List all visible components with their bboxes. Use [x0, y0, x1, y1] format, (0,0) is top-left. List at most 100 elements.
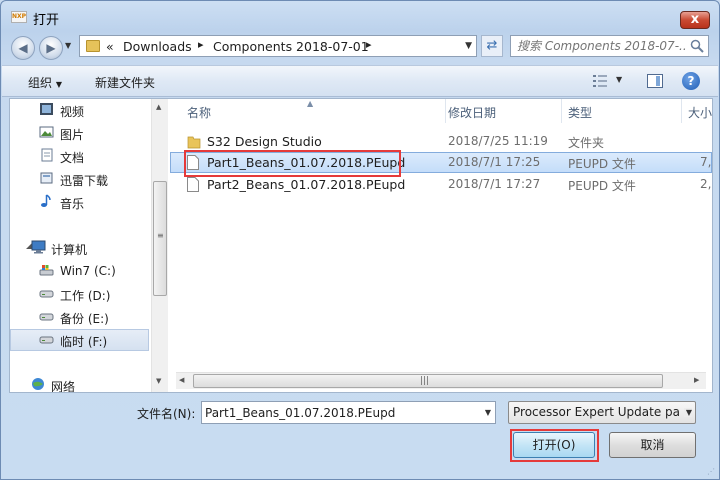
grip-icon: ≡ [157, 231, 164, 240]
app-icon: NXP [11, 11, 27, 23]
view-options-icon[interactable] [592, 74, 608, 88]
file-list[interactable]: ▲ 名称 修改日期 类型 大小 S32 Design Studio 2018/7… [170, 99, 712, 392]
system-drive-icon [39, 265, 54, 276]
breadcrumb-separator-icon[interactable]: ▸ [198, 38, 204, 51]
file-type: 文件夹 [568, 136, 605, 150]
new-folder-button[interactable]: 新建文件夹 [95, 74, 155, 91]
video-icon [40, 103, 53, 115]
pictures-icon [39, 126, 54, 138]
scrollbar-thumb[interactable]: ≡ [153, 181, 167, 296]
thunder-download-icon [40, 172, 53, 184]
drive-icon [39, 336, 54, 344]
navigation-pane[interactable]: 视频 图片 文档 迅雷下载 音乐 ◢ 计算机 Win7 (C:) 工作 (D:)… [10, 99, 149, 392]
file-type: PEUPD 文件 [568, 157, 636, 171]
file-row[interactable]: Part2_Beans_01.07.2018.PEupd 2018/7/1 17… [170, 174, 712, 195]
breadcrumb-overflow[interactable]: « [106, 39, 114, 54]
navigation-scrollbar[interactable]: ▲ ≡ ▼ [151, 99, 168, 392]
back-button[interactable]: ◀ [11, 36, 35, 60]
nav-item-label: 音乐 [60, 197, 85, 211]
file-date: 2018/7/25 11:19 [448, 134, 548, 148]
nav-item-label: 备份 (E:) [60, 312, 109, 326]
horizontal-scrollbar[interactable]: ◀ ||| ▶ [176, 372, 706, 389]
toolbar: 组织 ▼ 新建文件夹 ▼ ? [2, 65, 718, 97]
cancel-button[interactable]: 取消 [609, 432, 696, 458]
filter-dropdown-icon[interactable]: ▼ [683, 408, 692, 417]
forward-arrow-icon: ▶ [46, 41, 56, 55]
file-size: 7, [700, 155, 712, 169]
grip-icon: ||| [420, 376, 430, 386]
address-dropdown-icon[interactable]: ▼ [465, 41, 472, 51]
file-icon [187, 177, 199, 192]
filename-dropdown-icon[interactable]: ▼ [485, 408, 491, 417]
nav-item-documents[interactable]: 文档 [10, 145, 149, 167]
nav-item-videos[interactable]: 视频 [10, 99, 149, 121]
address-bar[interactable]: « Downloads ▸ Components 2018-07-01 ▸ ▼ [79, 35, 477, 57]
scrollbar-thumb[interactable]: ||| [193, 374, 663, 388]
computer-icon [31, 240, 46, 254]
folder-icon [187, 136, 201, 149]
drive-icon [39, 290, 54, 298]
scroll-down-icon[interactable]: ▼ [156, 377, 161, 385]
refresh-icon: ⇄ [486, 38, 498, 53]
search-icon [690, 39, 704, 53]
documents-icon [41, 148, 53, 162]
breadcrumb-downloads[interactable]: Downloads [123, 39, 192, 54]
nav-item-label: 文档 [60, 151, 85, 165]
drive-icon [39, 313, 54, 321]
file-type: PEUPD 文件 [568, 179, 636, 193]
nav-item-music[interactable]: 音乐 [10, 191, 149, 213]
nav-item-network[interactable]: 网络 [10, 374, 149, 392]
open-file-dialog: NXP 打开 x ◀ ▶ ▼ « Downloads ▸ Components … [0, 0, 720, 480]
search-box[interactable] [510, 35, 709, 57]
column-header-size[interactable]: 大小 [682, 99, 712, 123]
close-button[interactable]: x [680, 11, 710, 29]
file-row[interactable]: S32 Design Studio 2018/7/25 11:19 文件夹 [170, 131, 712, 152]
column-header-type[interactable]: 类型 [562, 99, 682, 123]
column-header-date[interactable]: 修改日期 [442, 99, 562, 123]
nav-item-label: 计算机 [51, 243, 88, 257]
forward-button[interactable]: ▶ [39, 36, 63, 60]
nav-item-drive-f[interactable]: 临时 (F:) [10, 329, 149, 351]
file-size: 2, [700, 177, 712, 191]
nav-item-label: 网络 [51, 380, 76, 392]
scroll-right-icon[interactable]: ▶ [694, 376, 699, 384]
nav-item-drive-d[interactable]: 工作 (D:) [10, 283, 149, 305]
recent-locations-dropdown[interactable]: ▼ [65, 41, 71, 50]
view-dropdown-icon[interactable]: ▼ [616, 75, 622, 84]
breadcrumb-separator-icon[interactable]: ▸ [366, 38, 372, 51]
file-date: 2018/7/1 17:25 [448, 155, 541, 169]
network-icon [32, 378, 44, 390]
resize-grip-icon[interactable]: ⋰ [707, 467, 715, 476]
filename-combobox[interactable]: ▼ [201, 401, 496, 424]
refresh-button[interactable]: ⇄ [481, 35, 503, 57]
nav-item-thunder-download[interactable]: 迅雷下载 [10, 168, 149, 190]
file-name: Part2_Beans_01.07.2018.PEupd [207, 177, 406, 192]
nav-item-pictures[interactable]: 图片 [10, 122, 149, 144]
help-icon[interactable]: ? [682, 72, 700, 90]
nav-item-drive-c[interactable]: Win7 (C:) [10, 260, 149, 282]
red-highlight-box [184, 150, 401, 177]
file-type-filter-value: Processor Expert Update pa [513, 405, 680, 419]
organize-button[interactable]: 组织 ▼ [28, 74, 62, 91]
column-header-name[interactable]: 名称 [181, 99, 446, 123]
file-type-filter[interactable]: Processor Expert Update pa ▼ [508, 401, 696, 424]
window-title: 打开 [33, 13, 60, 28]
nav-item-label: Win7 (C:) [60, 264, 116, 278]
filename-input[interactable] [205, 405, 475, 421]
chevron-down-icon: ▼ [55, 80, 62, 89]
scroll-left-icon[interactable]: ◀ [179, 376, 184, 384]
nav-item-label: 图片 [60, 128, 85, 142]
nav-item-label: 迅雷下载 [60, 174, 109, 188]
breadcrumb-components[interactable]: Components 2018-07-01 [213, 39, 369, 54]
nav-item-computer[interactable]: ◢ 计算机 [10, 237, 149, 259]
content-area: 视频 图片 文档 迅雷下载 音乐 ◢ 计算机 Win7 (C:) 工作 (D:)… [9, 98, 713, 393]
nav-item-drive-e[interactable]: 备份 (E:) [10, 306, 149, 328]
music-icon [41, 194, 51, 207]
nav-item-label: 视频 [60, 105, 85, 119]
file-date: 2018/7/1 17:27 [448, 177, 541, 191]
open-button[interactable]: 打开(O) [513, 432, 595, 458]
search-input[interactable] [517, 38, 687, 54]
organize-label: 组织 [28, 76, 53, 90]
preview-pane-icon[interactable] [647, 74, 663, 88]
scroll-up-icon[interactable]: ▲ [156, 103, 161, 111]
